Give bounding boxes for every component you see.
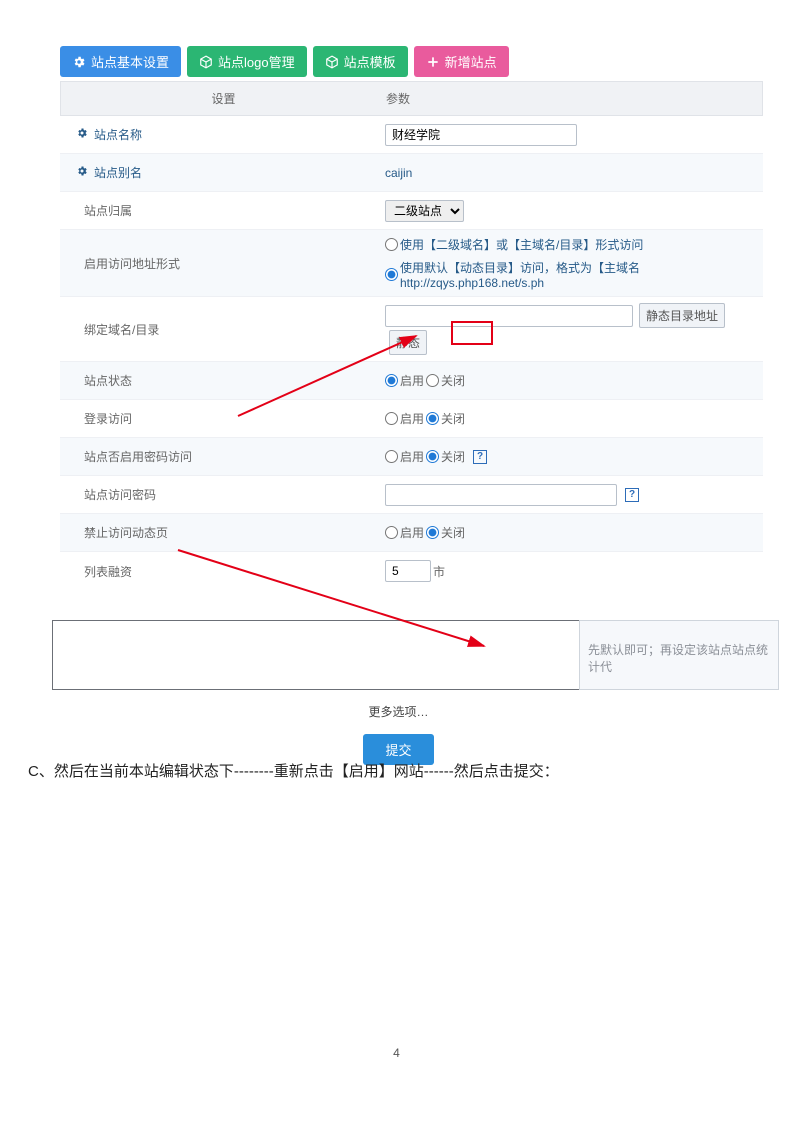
row-no-dynamic: 禁止访问动态页 启用 关闭 (60, 514, 763, 552)
tab-logo-label: 站点logo管理 (218, 52, 295, 71)
lower-panel: 先默认即可；再设定该站点站点统计代 更多选项… 提交 (52, 620, 745, 765)
radio-addr2[interactable] (385, 268, 398, 281)
label-site-status: 站点状态 (60, 364, 385, 397)
radio-addr1[interactable] (385, 238, 398, 251)
radio-addr1-label: 使用【二级域名】或【主域名/目录】形式访问 (400, 236, 643, 253)
tab-template-label: 站点模板 (344, 52, 396, 71)
value-site-alias: caijin (385, 166, 412, 180)
label-site-belong: 站点归属 (60, 194, 385, 227)
num-suffix: 市 (433, 563, 445, 580)
row-site-status: 站点状态 启用 关闭 (60, 362, 763, 400)
label-pwd-visit: 站点否启用密码访问 (60, 440, 385, 473)
label-addr-form: 启用访问地址形式 (60, 247, 385, 280)
btn-static-dir[interactable]: 静态目录地址 (639, 303, 725, 328)
help-icon[interactable]: ? (473, 450, 487, 464)
dyn-enable-label: 启用 (400, 524, 424, 541)
row-site-name: 站点名称 (60, 116, 763, 154)
radio-addr-opt2[interactable]: 使用默认【动态目录】访问，格式为【主域名 http://zqys.php168.… (385, 259, 763, 290)
radio-dyn-off[interactable] (426, 526, 439, 539)
input-visit-pwd[interactable] (385, 484, 617, 506)
instruction-text: C、然后在当前本站编辑状态下--------重新点击【启用】网站------然后… (28, 760, 559, 781)
radio-close-label: 关闭 (441, 372, 465, 389)
input-site-name[interactable] (385, 124, 577, 146)
row-addr-form: 启用访问地址形式 使用【二级域名】或【主域名/目录】形式访问 使用默认【动态目录… (60, 230, 763, 297)
table-header: 设置 参数 (60, 81, 763, 116)
radio-dyn-close[interactable]: 关闭 (426, 524, 465, 541)
radio-dyn-on[interactable] (385, 526, 398, 539)
label-login-visit: 登录访问 (60, 402, 385, 435)
radio-dyn-enable[interactable]: 启用 (385, 524, 424, 541)
pwd-enable-label: 启用 (400, 448, 424, 465)
tab-add-label: 新增站点 (445, 52, 497, 71)
radio-status-on[interactable] (385, 374, 398, 387)
label-list-fee: 列表融资 (60, 555, 385, 588)
row-site-alias: 站点别名 caijin (60, 154, 763, 192)
plus-icon (426, 55, 440, 69)
page-number: 4 (0, 1046, 793, 1060)
row-pwd-visit: 站点否启用密码访问 启用 关闭 ? (60, 438, 763, 476)
login-close-label: 关闭 (441, 410, 465, 427)
gear-icon (76, 165, 88, 180)
label-site-name: 站点名称 (94, 126, 142, 143)
header-col-settings: 设置 (61, 82, 386, 115)
pwd-close-label: 关闭 (441, 448, 465, 465)
input-bind-domain[interactable] (385, 305, 633, 327)
row-site-belong: 站点归属 二级站点 (60, 192, 763, 230)
dyn-close-label: 关闭 (441, 524, 465, 541)
cube-icon (199, 55, 213, 69)
tab-bar: 站点基本设置 站点logo管理 站点模板 新增站点 (60, 46, 763, 77)
row-list-fee: 列表融资 市 (60, 552, 763, 590)
gear-icon (76, 127, 88, 142)
radio-enable-label: 启用 (400, 372, 424, 389)
radio-pwd-enable[interactable]: 启用 (385, 448, 424, 465)
btn-static[interactable]: 静态 (389, 330, 427, 355)
row-visit-pwd: 站点访问密码 ? (60, 476, 763, 514)
tab-template[interactable]: 站点模板 (313, 46, 408, 77)
radio-addr2-label: 使用默认【动态目录】访问，格式为【主域名 http://zqys.php168.… (400, 259, 763, 290)
label-visit-pwd: 站点访问密码 (60, 478, 385, 511)
highlight-box (451, 321, 493, 345)
select-site-belong[interactable]: 二级站点 (385, 200, 464, 222)
header-col-params: 参数 (386, 82, 410, 115)
gear-icon (72, 55, 86, 69)
textarea-code[interactable] (52, 620, 592, 690)
settings-table: 站点名称 站点别名 caijin 站点归属 二级站点 (60, 116, 763, 590)
radio-addr-opt1[interactable]: 使用【二级域名】或【主域名/目录】形式访问 (385, 236, 643, 253)
row-bind-domain: 绑定域名/目录 静态目录地址 静态 (60, 297, 763, 362)
radio-login-enable[interactable]: 启用 (385, 410, 424, 427)
tab-add-site[interactable]: 新增站点 (414, 46, 509, 77)
label-no-dynamic: 禁止访问动态页 (60, 516, 385, 549)
input-num[interactable] (385, 560, 431, 582)
radio-status-close[interactable]: 关闭 (426, 372, 465, 389)
radio-pwd-on[interactable] (385, 450, 398, 463)
label-site-alias: 站点别名 (94, 164, 142, 181)
radio-pwd-off[interactable] (426, 450, 439, 463)
radio-status-off[interactable] (426, 374, 439, 387)
tab-basic-label: 站点基本设置 (91, 52, 169, 71)
radio-login-on[interactable] (385, 412, 398, 425)
tab-basic-settings[interactable]: 站点基本设置 (60, 46, 181, 77)
radio-login-close[interactable]: 关闭 (426, 410, 465, 427)
radio-login-off[interactable] (426, 412, 439, 425)
login-enable-label: 启用 (400, 410, 424, 427)
radio-pwd-close[interactable]: 关闭 (426, 448, 465, 465)
more-options-link[interactable]: 更多选项… (52, 703, 745, 720)
label-bind-domain: 绑定域名/目录 (60, 313, 385, 346)
help-icon[interactable]: ? (625, 488, 639, 502)
row-login-visit: 登录访问 启用 关闭 (60, 400, 763, 438)
tab-logo-manage[interactable]: 站点logo管理 (187, 46, 307, 77)
side-note: 先默认即可；再设定该站点站点统计代 (579, 620, 779, 690)
radio-status-enable[interactable]: 启用 (385, 372, 424, 389)
cube-icon (325, 55, 339, 69)
